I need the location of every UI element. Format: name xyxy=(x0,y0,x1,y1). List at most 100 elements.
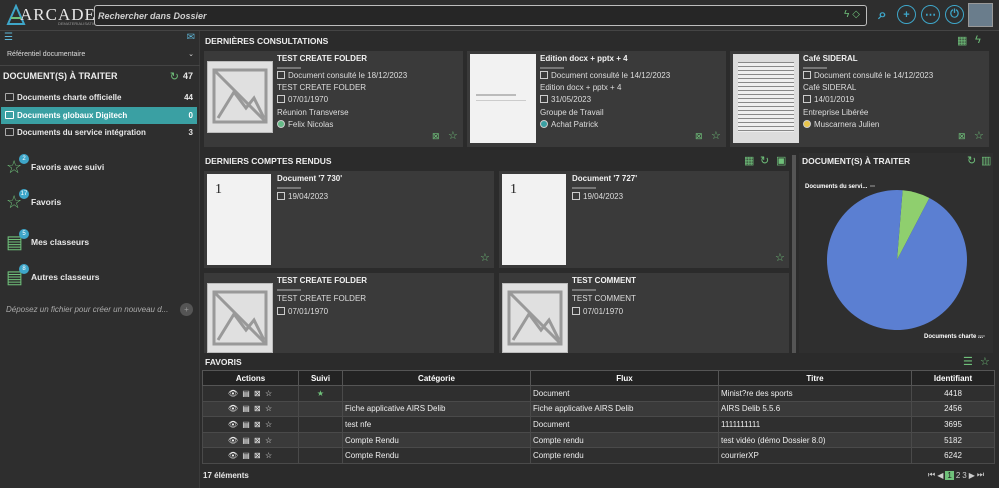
section-count: 47 xyxy=(182,71,193,81)
placeholder-image xyxy=(207,61,273,133)
card-title[interactable]: TEST CREATE FOLDER xyxy=(277,276,367,285)
folder-item[interactable]: Documents charte officielle 44 xyxy=(1,89,197,106)
last-page-icon[interactable]: ⏭ xyxy=(977,470,984,480)
star-icon[interactable]: ☆ xyxy=(480,251,490,264)
more-icon[interactable]: ⋯ xyxy=(921,5,940,24)
card-title[interactable]: Edition docx + pptx + 4 xyxy=(540,54,628,63)
titre-cell: AIRS Delib 5.5.6 xyxy=(718,400,912,418)
consultations-title: DERNIÈRES CONSULTATIONS xyxy=(205,36,329,46)
scrollbar[interactable] xyxy=(792,155,796,353)
consultation-card[interactable]: Café SIDERAL Document consulté le 14/12/… xyxy=(730,51,989,147)
pie-label-major: Documents charte ... xyxy=(924,334,983,340)
table-row[interactable]: 👁 ▤ ⊠ ☆ ★ Document Minist?re des sports 4418 xyxy=(202,385,995,402)
flux-cell: Fiche applicative AIRS Delib xyxy=(530,400,719,418)
flux-cell: Compte rendu xyxy=(530,431,719,449)
table-row[interactable]: 👁 ▤ ⊠ ☆ Compte Rendu Compte rendu test vidé… xyxy=(202,431,995,449)
card-title[interactable]: Document '7 730' xyxy=(277,174,342,183)
person-icon xyxy=(803,120,811,128)
page-button[interactable]: 2 xyxy=(956,471,960,480)
placeholder-image xyxy=(207,283,273,353)
folder-icon xyxy=(5,111,14,119)
pie-slice[interactable] xyxy=(827,190,967,330)
power-icon[interactable]: ⏻ xyxy=(945,5,964,24)
titre-cell: courrierXP xyxy=(718,447,912,464)
column-header[interactable]: Actions xyxy=(202,370,299,386)
table-row[interactable]: 👁 ▤ ⊠ ☆ Fiche applicative AIRS Delib Fiche… xyxy=(202,400,995,418)
report-card[interactable]: 1 Document '7 730' 19/04/2023 ☆ xyxy=(204,171,494,268)
chat-icon[interactable]: ✉ xyxy=(187,32,195,43)
calendar-icon xyxy=(572,307,580,315)
search-box: ϟ◇ xyxy=(94,5,867,26)
person-icon xyxy=(540,120,548,128)
consultation-card[interactable]: TEST CREATE FOLDER Document consulté le … xyxy=(204,51,463,147)
grid-icon[interactable]: ▦ xyxy=(744,154,754,167)
remove-icon[interactable]: ⊠ xyxy=(432,131,440,142)
nav-mes-classeurs[interactable]: ▤ 5 Mes classeurs xyxy=(6,229,196,254)
sidebar: ☰ ✉ Référentiel documentaire ⌄ DOCUMENT(S… xyxy=(0,31,200,488)
first-page-icon[interactable]: ⏮ xyxy=(928,470,935,480)
lightning-icon[interactable]: ϟ xyxy=(975,34,981,46)
nav-favoris[interactable]: ☆ 17 Favoris xyxy=(6,189,196,214)
page-button[interactable]: 3 xyxy=(962,471,966,480)
folder-item[interactable]: Documents du service intégration 3 xyxy=(1,124,197,141)
calendar-icon[interactable]: ▣ xyxy=(776,154,786,167)
next-page-icon[interactable]: ▶ xyxy=(969,471,975,480)
card-title[interactable]: TEST COMMENT xyxy=(572,276,636,285)
flux-cell: Document xyxy=(530,385,719,402)
card-title[interactable]: Document '7 727' xyxy=(572,174,637,183)
column-header[interactable]: Flux xyxy=(530,370,719,386)
report-card[interactable]: TEST CREATE FOLDER TEST CREATE FOLDER 07… xyxy=(204,273,494,353)
remove-icon[interactable]: ⊠ xyxy=(695,131,703,142)
table-row[interactable]: 👁 ▤ ⊠ ☆ test nfe Document 1111111111 3695 xyxy=(202,416,995,433)
folder-item[interactable]: Documents globaux Digitech 0 xyxy=(1,107,197,124)
column-header[interactable]: Identifiant xyxy=(911,370,995,386)
consultation-card[interactable]: Edition docx + pptx + 4 Document consult… xyxy=(467,51,726,147)
card-title[interactable]: Café SIDERAL xyxy=(803,54,858,63)
nav-autres-classeurs[interactable]: ▤ 8 Autres classeurs xyxy=(6,264,196,289)
list-icon[interactable]: ☰ xyxy=(963,355,973,368)
star-icon[interactable]: ☆ xyxy=(980,355,990,368)
report-card[interactable]: TEST COMMENT TEST COMMENT 07/01/1970 xyxy=(499,273,789,353)
file-drop-zone[interactable]: Déposez un fichier pour créer un nouveau… xyxy=(3,302,197,317)
column-header[interactable]: Titre xyxy=(718,370,912,386)
search-icon[interactable]: ⌕ xyxy=(873,5,892,24)
star-icon[interactable]: ☆ xyxy=(711,129,721,142)
lightning-icon[interactable]: ϟ xyxy=(844,9,849,20)
bar-chart-icon[interactable]: ▥ xyxy=(981,154,991,167)
calendar-icon xyxy=(540,71,548,79)
star-icon[interactable]: ☆ xyxy=(974,129,984,142)
card-title[interactable]: TEST CREATE FOLDER xyxy=(277,54,367,63)
top-bar: ARCADE DEMATERIALISATION ϟ◇ ⌕ + ⋯ ⏻ xyxy=(0,0,999,31)
nav-favoris-suivi[interactable]: ☆ 2 Favoris avec suivi xyxy=(6,154,196,179)
add-icon[interactable]: + xyxy=(897,5,916,24)
actions-cell[interactable]: 👁 ▤ ⊠ ☆ xyxy=(202,431,299,449)
actions-cell[interactable]: 👁 ▤ ⊠ ☆ xyxy=(202,385,299,402)
star-icon[interactable]: ☆ xyxy=(775,251,785,264)
grid-icon[interactable]: ▦ xyxy=(957,34,967,47)
app-logo[interactable]: ARCADE DEMATERIALISATION xyxy=(6,3,99,27)
filter-icon[interactable]: ◇ xyxy=(852,9,860,20)
column-header[interactable]: Catégorie xyxy=(342,370,531,386)
actions-cell[interactable]: 👁 ▤ ⊠ ☆ xyxy=(202,416,299,433)
referentiel-select[interactable]: Référentiel documentaire ⌄ xyxy=(3,48,197,61)
id-cell: 3695 xyxy=(911,416,995,433)
search-input[interactable] xyxy=(98,8,828,24)
table-row[interactable]: 👁 ▤ ⊠ ☆ Compte Rendu Compte rendu courrierX… xyxy=(202,447,995,464)
column-header[interactable]: Suivi xyxy=(298,370,343,386)
add-file-icon[interactable]: + xyxy=(180,303,193,316)
user-avatar[interactable] xyxy=(968,3,993,27)
refresh-icon[interactable]: ↻ xyxy=(967,154,976,167)
prev-page-icon[interactable]: ◀ xyxy=(937,471,943,480)
actions-cell[interactable]: 👁 ▤ ⊠ ☆ xyxy=(202,447,299,464)
document-thumbnail: 1 xyxy=(502,174,566,265)
refresh-icon[interactable]: ↻ xyxy=(170,70,179,83)
star-icon[interactable]: ☆ xyxy=(448,129,458,142)
document-thumbnail xyxy=(470,54,536,143)
actions-cell[interactable]: 👁 ▤ ⊠ ☆ xyxy=(202,400,299,418)
remove-icon[interactable]: ⊠ xyxy=(958,131,966,142)
page-button[interactable]: 1 xyxy=(945,470,954,480)
refresh-icon[interactable]: ↻ xyxy=(760,154,769,167)
report-card[interactable]: 1 Document '7 727' 19/04/2023 ☆ xyxy=(499,171,789,268)
favoris-table: Actions Suivi Catégorie Flux Titre Ident… xyxy=(202,370,995,464)
menu-icon[interactable]: ☰ xyxy=(4,32,13,43)
